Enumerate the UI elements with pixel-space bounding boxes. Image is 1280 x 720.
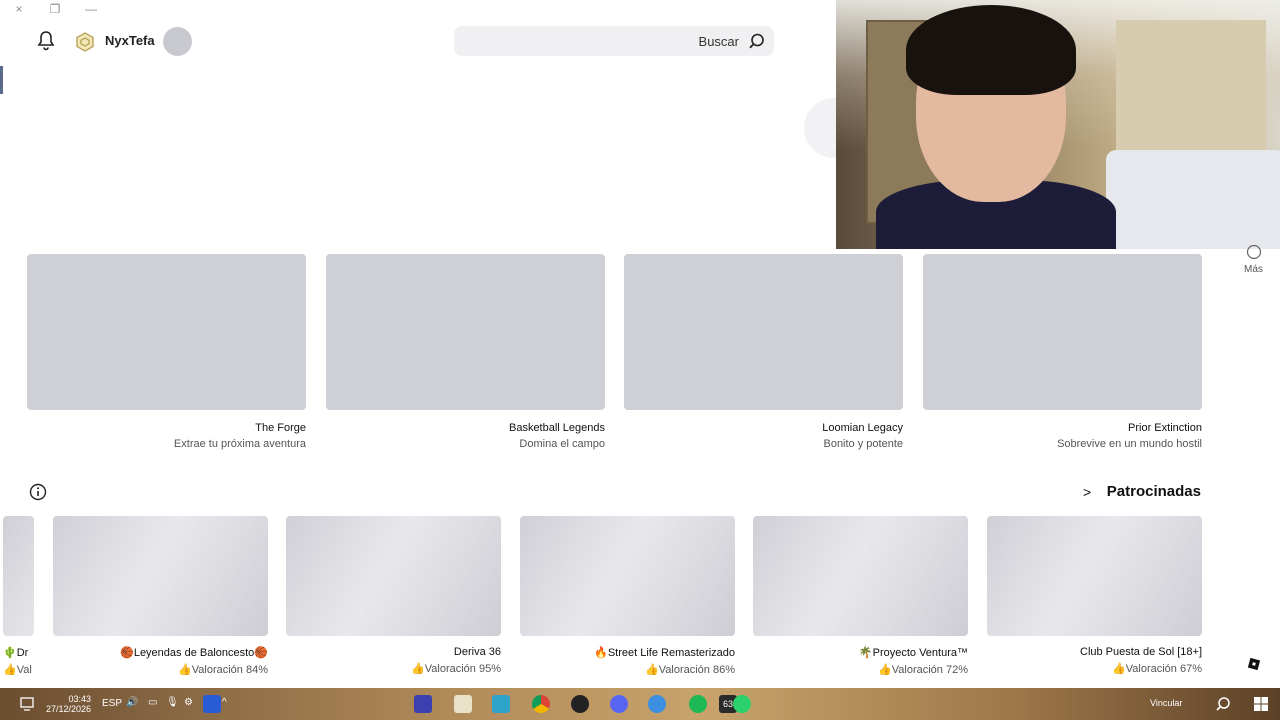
sponsored-thumbnail[interactable] xyxy=(987,516,1202,636)
sponsored-thumbnail[interactable] xyxy=(753,516,968,636)
game-thumbnail[interactable] xyxy=(923,254,1202,410)
file-explorer-icon[interactable] xyxy=(492,695,510,713)
sponsored-title: 🌴Proyecto Ventura™ xyxy=(858,647,968,659)
sponsored-title: Club Puesta de Sol [18+] xyxy=(1080,646,1202,658)
chrome-icon[interactable] xyxy=(532,695,550,713)
search-icon[interactable] xyxy=(748,32,766,50)
calculator-icon[interactable] xyxy=(454,695,472,713)
game-title: Loomian Legacy xyxy=(822,422,903,434)
windows-start-icon[interactable] xyxy=(1252,695,1270,713)
game-card[interactable]: Loomian Legacy Bonito y potente xyxy=(624,254,903,450)
avatar[interactable] xyxy=(163,27,192,56)
sponsored-rating: 👍Valoración 72% xyxy=(878,664,968,676)
spotify-icon[interactable] xyxy=(689,695,707,713)
section-title-sponsored[interactable]: Patrocinadas xyxy=(1107,483,1201,500)
microphone-icon[interactable]: 🎙 xyxy=(166,697,179,715)
sponsored-rating-partial: 👍Val xyxy=(3,664,32,676)
game-subtitle: Extrae tu próxima aventura xyxy=(173,438,306,450)
more-label[interactable]: Más xyxy=(1244,264,1263,275)
restore-window-button[interactable]: ❐ xyxy=(46,2,64,16)
sponsored-rating: 👍Valoración 95% xyxy=(411,663,501,675)
game-card[interactable]: Prior Extinction Sobrevive en un mundo h… xyxy=(923,254,1202,450)
scroll-indicator xyxy=(0,66,3,94)
sponsored-thumbnail[interactable] xyxy=(53,516,268,636)
window-controls: × ❐ — xyxy=(10,0,100,18)
sponsored-thumbnail[interactable] xyxy=(286,516,501,636)
sponsored-card[interactable]: 🏀Leyendas de Baloncesto🏀 👍Valoración 84% xyxy=(53,516,268,676)
clock-time: 03:43 xyxy=(68,694,92,704)
webcam-overlay xyxy=(836,0,1280,249)
game-title: Prior Extinction xyxy=(1128,422,1202,434)
sponsored-rating: 👍Valoración 86% xyxy=(645,664,735,676)
chevron-icon[interactable]: > xyxy=(1083,484,1091,500)
game-thumbnail[interactable] xyxy=(27,254,306,410)
settings-icon[interactable]: ⚙ xyxy=(184,697,193,715)
taskbar-search-text[interactable]: Vincular xyxy=(1150,698,1182,716)
notification-bell-icon[interactable] xyxy=(36,30,56,52)
clock-date: 27/12/2026 xyxy=(46,704,92,714)
sponsored-title: 🏀Leyendas de Baloncesto🏀 xyxy=(120,647,268,659)
taskbar: 03:43 27/12/2026 ESP 🔊 ▭ 🎙 ⚙ ^ 63 Vincul… xyxy=(0,688,1280,720)
sponsored-title: 🔥Street Life Remasterizado xyxy=(594,647,735,659)
more-icon[interactable] xyxy=(1246,244,1262,260)
search-input[interactable]: Buscar xyxy=(699,34,739,49)
sponsored-title: Deriva 36 xyxy=(453,646,501,658)
game-subtitle: Domina el campo xyxy=(519,438,605,450)
sponsored-title-partial: 🌵Dr xyxy=(3,647,29,659)
browser-icon[interactable] xyxy=(648,695,666,713)
sponsored-card[interactable]: 🔥Street Life Remasterizado 👍Valoración 8… xyxy=(520,516,735,676)
app-icon-green[interactable] xyxy=(733,695,751,713)
game-card[interactable]: The Forge Extrae tu próxima aventura xyxy=(27,254,306,450)
game-title: The Forge xyxy=(255,422,306,434)
network-icon[interactable]: ▭ xyxy=(148,697,157,715)
info-icon[interactable] xyxy=(29,483,47,501)
tray-chevron-icon[interactable]: ^ xyxy=(222,697,227,715)
sponsored-card[interactable]: Deriva 36 👍Valoración 95% xyxy=(286,516,501,675)
language-indicator[interactable]: ESP xyxy=(102,698,122,716)
game-subtitle: Bonito y potente xyxy=(823,438,903,450)
game-thumbnail[interactable] xyxy=(326,254,605,410)
search-bar[interactable]: Buscar xyxy=(454,26,774,56)
search-icon[interactable] xyxy=(1214,695,1232,713)
game-title: Basketball Legends xyxy=(508,422,605,434)
minimize-window-button[interactable]: — xyxy=(82,2,100,16)
robux-icon[interactable] xyxy=(75,32,95,52)
tray-app-icon[interactable] xyxy=(203,695,221,713)
game-thumbnail[interactable] xyxy=(624,254,903,410)
sponsored-card[interactable]: 🌴Proyecto Ventura™ 👍Valoración 72% xyxy=(753,516,968,676)
game-subtitle: Sobrevive en un mundo hostil xyxy=(1057,438,1202,450)
sponsored-card-partial[interactable] xyxy=(3,516,34,636)
close-window-button[interactable]: × xyxy=(10,2,28,16)
sponsored-rating: 👍Valoración 84% xyxy=(178,664,268,676)
top-header: NyxTefa Buscar xyxy=(0,24,800,60)
sponsored-thumbnail[interactable] xyxy=(520,516,735,636)
discord-icon[interactable] xyxy=(610,695,628,713)
game-card[interactable]: Basketball Legends Domina el campo xyxy=(326,254,605,450)
media-app-icon[interactable] xyxy=(571,695,589,713)
roblox-logo-icon[interactable] xyxy=(1246,656,1262,672)
sponsored-rating: 👍Valoración 67% xyxy=(1112,663,1202,675)
username-label[interactable]: NyxTefa xyxy=(105,33,155,48)
volume-icon[interactable]: 🔊 xyxy=(126,697,138,715)
notification-center-icon[interactable] xyxy=(18,695,36,713)
sponsored-card[interactable]: Club Puesta de Sol [18+] 👍Valoración 67% xyxy=(987,516,1202,675)
app-icon[interactable] xyxy=(414,695,432,713)
clock[interactable]: 03:43 27/12/2026 xyxy=(46,694,91,714)
